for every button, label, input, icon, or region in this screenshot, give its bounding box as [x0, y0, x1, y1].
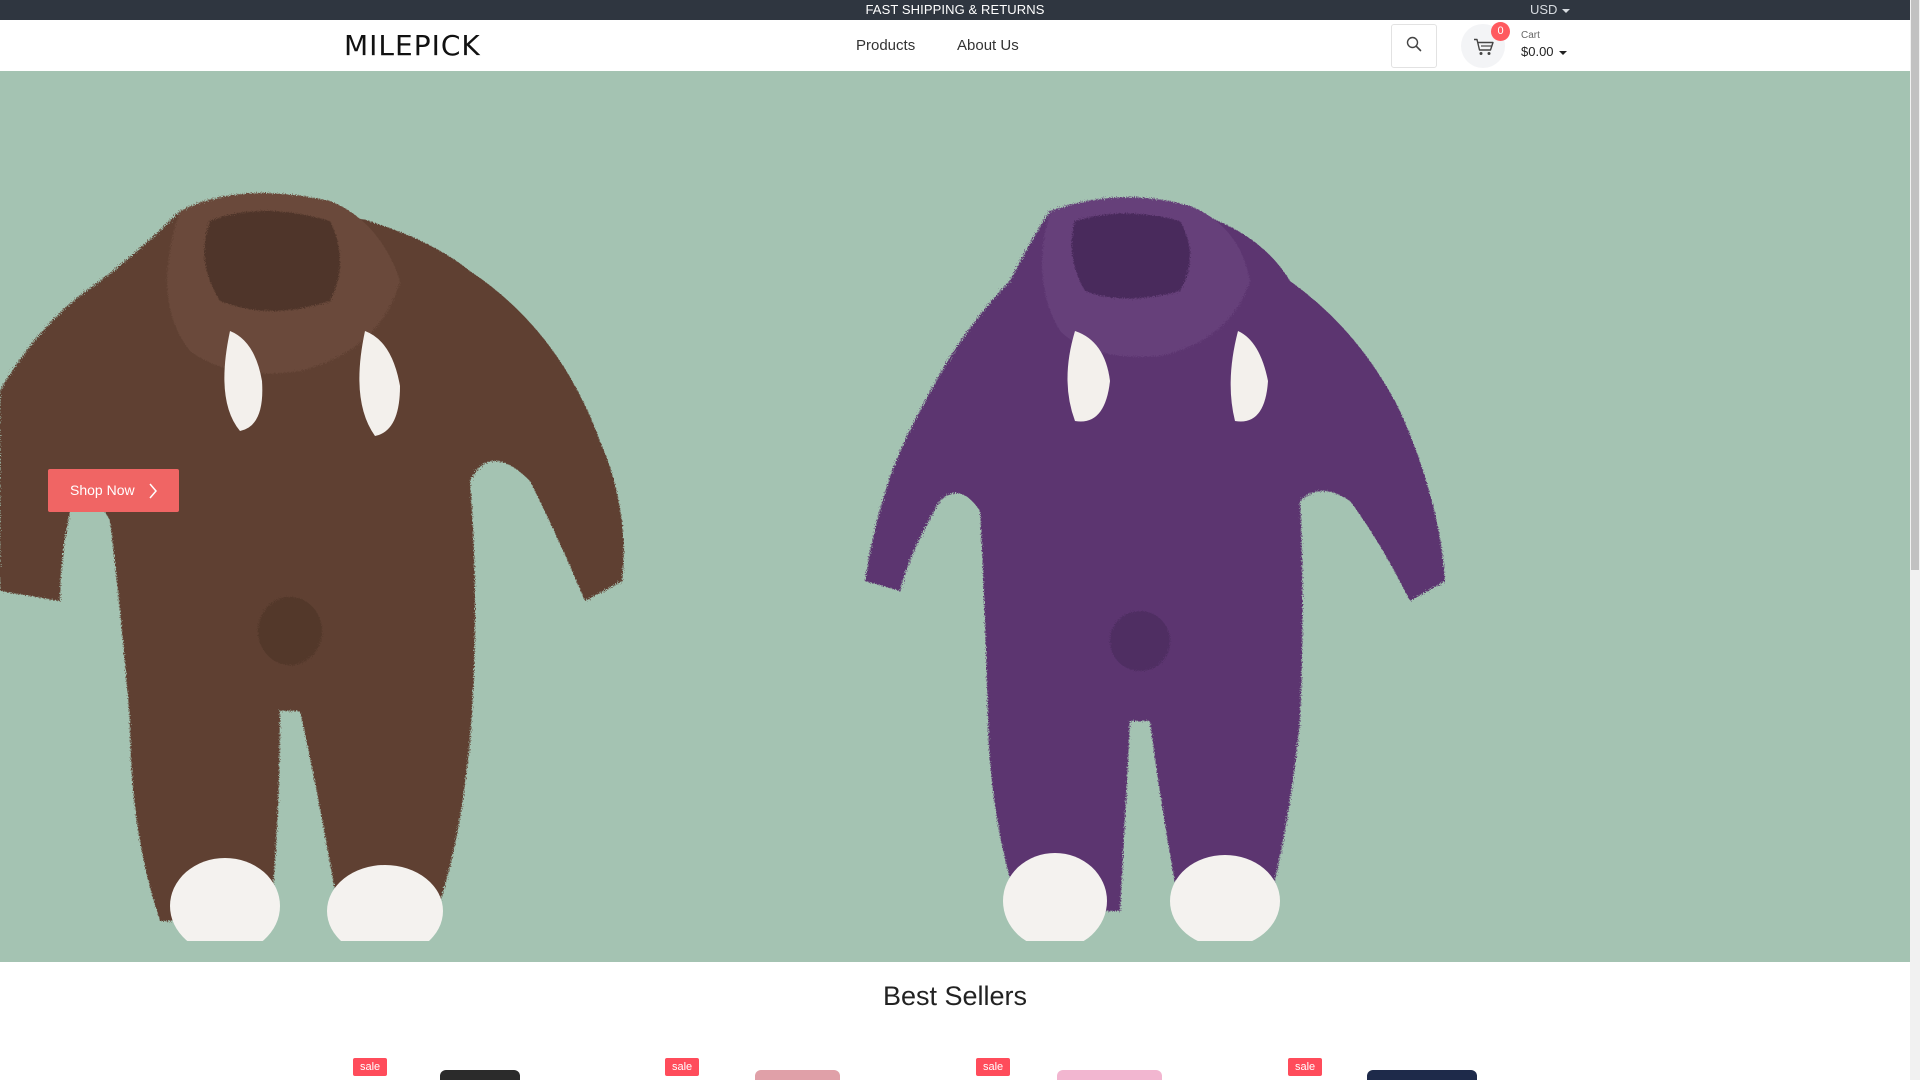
- cart-total[interactable]: $0.00: [1521, 44, 1567, 60]
- brown-romper-image: [0, 193, 624, 941]
- cart-label: Cart: [1521, 30, 1540, 41]
- search-button[interactable]: [1391, 24, 1437, 68]
- sale-badge: sale: [976, 1058, 1011, 1076]
- announcement-text: FAST SHIPPING & RETURNS: [865, 2, 1045, 17]
- cart-count-badge: 0: [1491, 22, 1510, 41]
- sale-badge: sale: [353, 1058, 388, 1076]
- nav-products[interactable]: Products: [856, 36, 915, 56]
- cart-icon: [1474, 38, 1494, 55]
- logo[interactable]: MILEPICK: [344, 30, 481, 62]
- nav-about-us[interactable]: About Us: [957, 36, 1019, 56]
- scrollbar[interactable]: [1910, 0, 1920, 1080]
- sale-badge: sale: [665, 1058, 700, 1076]
- scrollbar-thumb[interactable]: [1911, 0, 1919, 570]
- product-image[interactable]: [755, 1070, 840, 1080]
- hero-banner: Shop Now: [0, 71, 1910, 962]
- chevron-right-icon: [149, 483, 157, 499]
- sale-badge: sale: [1288, 1058, 1323, 1076]
- purple-romper-image: [865, 197, 1445, 941]
- caret-down-icon: [1562, 8, 1571, 13]
- currency-label: USD: [1530, 2, 1558, 17]
- shop-now-label: Shop Now: [70, 482, 135, 498]
- site-header: MILEPICK Products About Us 0 Cart $0.00: [0, 20, 1910, 72]
- search-icon: [1406, 36, 1422, 52]
- announcement-bar: FAST SHIPPING & RETURNS USD: [0, 0, 1910, 20]
- caret-down-icon: [1558, 50, 1567, 55]
- product-image[interactable]: [440, 1070, 520, 1080]
- shop-now-button[interactable]: Shop Now: [48, 469, 179, 512]
- best-sellers-title: Best Sellers: [882, 981, 1028, 1011]
- product-image[interactable]: [1057, 1070, 1162, 1080]
- cart-total-value: $0.00: [1521, 44, 1554, 59]
- page: FAST SHIPPING & RETURNS USD MILEPICK Pro…: [0, 0, 1910, 1080]
- currency-selector[interactable]: USD: [1530, 2, 1571, 18]
- product-image[interactable]: [1367, 1070, 1477, 1080]
